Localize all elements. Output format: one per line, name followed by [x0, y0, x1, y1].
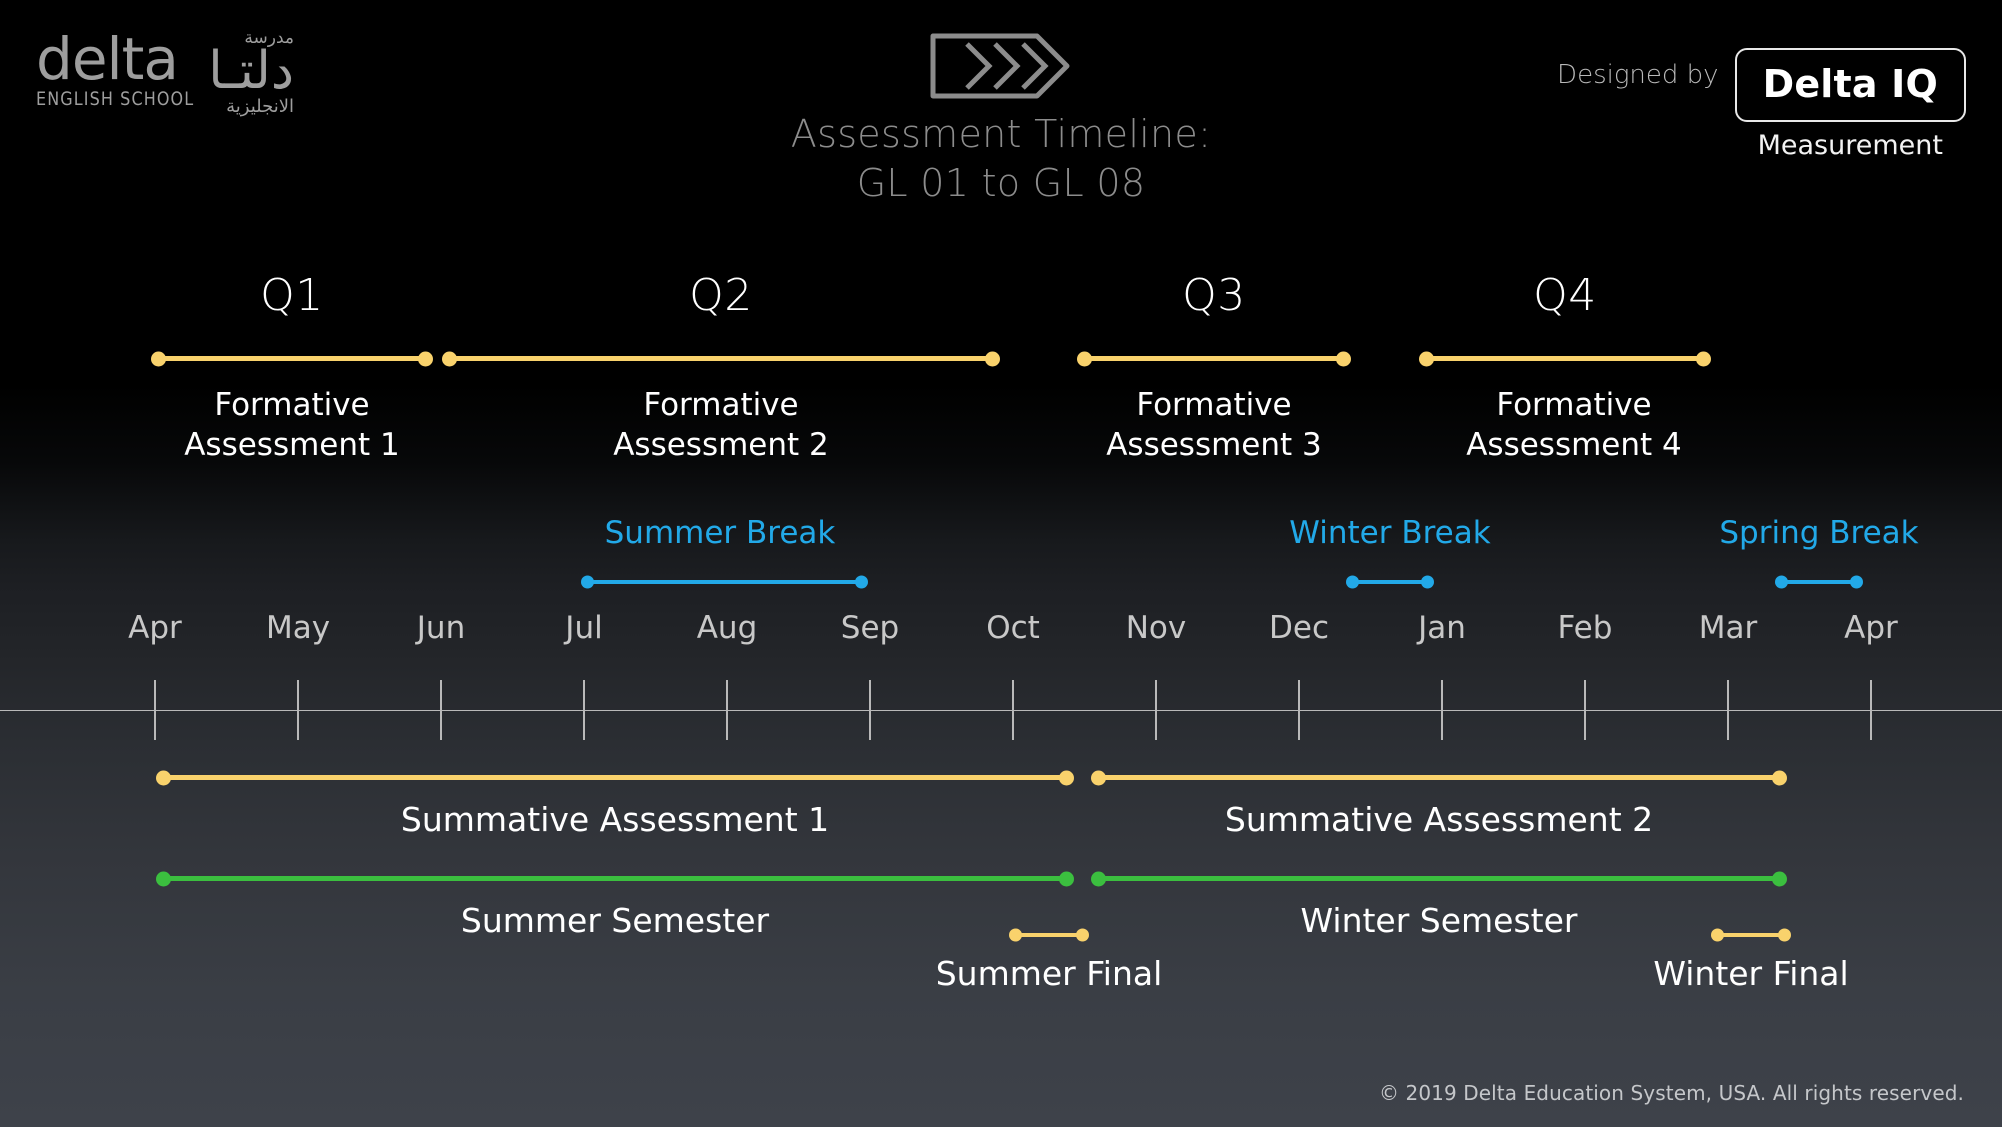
break-label-summer: Summer Break — [604, 515, 836, 551]
axis-tick-11 — [1727, 680, 1729, 740]
axis-tick-3 — [583, 680, 585, 740]
month-label-nov-7: Nov — [1125, 610, 1187, 646]
formative-assessment-1-line2: Assessment 1 — [184, 426, 400, 463]
copyright-footer: © 2019 Delta Education System, USA. All … — [1378, 1081, 1964, 1105]
axis-tick-5 — [869, 680, 871, 740]
quarter-label-q4: Q4 — [1533, 270, 1597, 321]
month-label-dec-8: Dec — [1269, 610, 1329, 646]
month-label-aug-4: Aug — [696, 610, 758, 646]
final-label-summer: Summer Final — [935, 954, 1163, 993]
final-bar-winter[interactable] — [1712, 933, 1790, 937]
summative-bar-2[interactable] — [1092, 775, 1786, 780]
brand-block: Delta IQ Measurement — [1734, 48, 1966, 161]
formative-assessment-2-line1: Formative — [643, 387, 799, 423]
axis-tick-9 — [1441, 680, 1443, 740]
quarter-bar-q4[interactable] — [1420, 356, 1710, 361]
summative-label-2: Summative Assessment 2 — [1224, 800, 1654, 839]
logo-arabic: مدرسة دلتـا الانجليزية — [208, 30, 294, 116]
break-bar-spring[interactable] — [1776, 580, 1862, 584]
axis-tick-10 — [1584, 680, 1586, 740]
school-logo: delta ENGLISH SCHOOL مدرسة دلتـا الانجلي… — [36, 30, 294, 116]
axis-tick-8 — [1298, 680, 1300, 740]
designed-by-block: Designed by Delta IQ Measurement — [1557, 48, 1966, 161]
break-bar-summer[interactable] — [582, 580, 867, 584]
page-subtitle: GL 01 to GL 08 — [856, 160, 1146, 205]
semester-bar-winter[interactable] — [1092, 876, 1786, 881]
axis-tick-6 — [1012, 680, 1014, 740]
month-label-apr-12: Apr — [1844, 610, 1898, 646]
month-label-jul-3: Jul — [565, 610, 603, 646]
break-bar-winter[interactable] — [1347, 580, 1433, 584]
chevron-banner-icon — [930, 33, 1070, 99]
axis-tick-0 — [154, 680, 156, 740]
quarter-label-q3: Q3 — [1182, 270, 1246, 321]
semester-label-winter: Winter Semester — [1300, 901, 1578, 940]
timeline-infographic: delta ENGLISH SCHOOL مدرسة دلتـا الانجلي… — [0, 0, 2002, 1127]
break-label-winter: Winter Break — [1289, 515, 1491, 551]
quarter-bar-q2[interactable] — [443, 356, 999, 361]
brand-badge: Delta IQ — [1734, 48, 1966, 122]
month-label-oct-6: Oct — [986, 610, 1040, 646]
formative-assessment-1: Formative Assessment 1 — [132, 386, 452, 465]
quarter-label-q1: Q1 — [260, 270, 324, 321]
month-label-sep-5: Sep — [840, 610, 900, 646]
month-label-feb-10: Feb — [1557, 610, 1613, 646]
quarter-label-q2: Q2 — [689, 270, 753, 321]
axis-tick-4 — [726, 680, 728, 740]
axis-tick-7 — [1155, 680, 1157, 740]
formative-assessment-1-line1: Formative — [214, 387, 370, 423]
final-bar-summer[interactable] — [1010, 933, 1088, 937]
month-label-mar-11: Mar — [1698, 610, 1758, 646]
formative-assessment-4-line1: Formative — [1496, 387, 1652, 423]
formative-assessment-2: Formative Assessment 2 — [561, 386, 881, 465]
axis-tick-12 — [1870, 680, 1872, 740]
semester-label-summer: Summer Semester — [460, 901, 770, 940]
timeline-axis — [0, 710, 2002, 711]
designed-by-label: Designed by — [1557, 60, 1719, 90]
month-label-jun-2: Jun — [416, 610, 466, 646]
brand-tagline: Measurement — [1757, 130, 1943, 161]
summative-bar-1[interactable] — [157, 775, 1073, 780]
logo-wordmark: delta — [36, 25, 179, 93]
formative-assessment-3: Formative Assessment 3 — [1054, 386, 1374, 465]
formative-assessment-3-line1: Formative — [1136, 387, 1292, 423]
logo-english: delta ENGLISH SCHOOL — [36, 25, 195, 110]
logo-arabic-bottom: الانجليزية — [226, 96, 295, 118]
month-label-may-1: May — [265, 610, 331, 646]
logo-arabic-main: دلتـا — [208, 41, 295, 101]
semester-bar-summer[interactable] — [157, 876, 1073, 881]
month-label-jan-9: Jan — [1418, 610, 1466, 646]
summative-label-1: Summative Assessment 1 — [400, 800, 830, 839]
break-label-spring: Spring Break — [1719, 515, 1919, 551]
final-label-winter: Winter Final — [1653, 954, 1849, 993]
formative-assessment-4-line2: Assessment 4 — [1466, 426, 1682, 463]
formative-assessment-4: Formative Assessment 4 — [1414, 386, 1734, 465]
formative-assessment-3-line2: Assessment 3 — [1106, 426, 1322, 463]
month-label-apr-0: Apr — [128, 610, 182, 646]
quarter-bar-q1[interactable] — [152, 356, 432, 361]
axis-tick-2 — [440, 680, 442, 740]
quarter-bar-q3[interactable] — [1078, 356, 1350, 361]
formative-assessment-2-line2: Assessment 2 — [613, 426, 829, 463]
logo-tagline: ENGLISH SCHOOL — [36, 87, 195, 110]
axis-tick-1 — [297, 680, 299, 740]
